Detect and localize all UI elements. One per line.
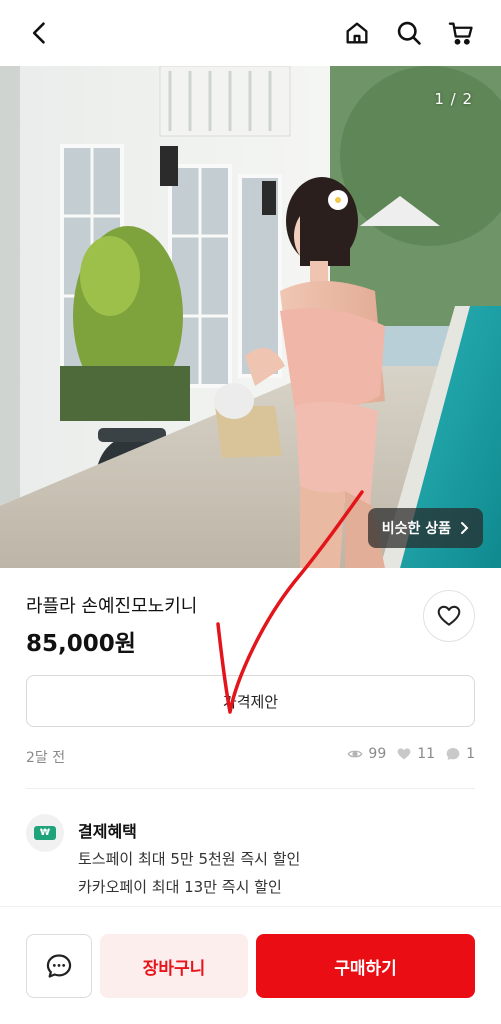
chat-count-value: 1 (466, 746, 475, 762)
add-to-cart-label: 장바구니 (142, 958, 206, 979)
chat-bubble-small-icon (446, 748, 460, 760)
chat-count: 1 (445, 746, 475, 762)
product-price: 85,000원 (26, 631, 136, 657)
eye-icon (347, 750, 363, 758)
price-offer-button[interactable]: 가격제안 (26, 675, 475, 727)
back-button[interactable] (22, 15, 58, 51)
product-image-carousel[interactable]: 1 / 2 비슷한 상품 (0, 66, 501, 568)
chevron-left-icon (32, 22, 45, 44)
product-photo (0, 66, 501, 568)
payment-benefit-title: 결제혜택 (78, 822, 137, 841)
heart-icon (437, 605, 461, 626)
similar-products-button[interactable]: 비슷한 상품 (367, 508, 483, 548)
heart-small-icon (397, 748, 411, 760)
chat-icon (46, 954, 72, 978)
posted-time: 2달 전 (26, 750, 66, 766)
listing-meta: 2달 전 99 11 1 (26, 746, 475, 768)
product-title: 라플라 손예진모노키니 (26, 596, 198, 617)
chat-button[interactable] (26, 934, 92, 998)
home-button[interactable] (339, 15, 375, 51)
top-nav-bar (0, 0, 501, 66)
section-divider (26, 788, 475, 789)
view-count-value: 99 (368, 746, 387, 762)
cart-button[interactable] (443, 15, 479, 51)
buy-now-label: 구매하기 (334, 958, 397, 979)
like-count-value: 11 (417, 746, 436, 762)
search-icon (397, 21, 421, 45)
benefit-line-kakaopay: 카카오페이 최대 13만 즉시 할인 (78, 878, 282, 896)
listing-stats: 99 11 1 (347, 746, 475, 762)
view-count: 99 (347, 746, 386, 762)
cart-icon (448, 22, 473, 45)
like-count: 11 (396, 746, 435, 762)
like-button[interactable] (423, 590, 475, 642)
benefit-line-tosspay: 토스페이 최대 5만 5천원 즉시 할인 (78, 850, 301, 868)
won-chip-icon: ₩ (34, 826, 56, 840)
payment-benefit-icon: ₩ (26, 814, 64, 852)
bottom-action-bar: 장바구니 구매하기 (0, 906, 501, 1024)
price-offer-label: 가격제안 (222, 692, 279, 711)
home-icon (346, 22, 368, 44)
search-button[interactable] (391, 15, 427, 51)
buy-now-button[interactable]: 구매하기 (256, 934, 475, 998)
image-counter: 1 / 2 (434, 90, 473, 108)
add-to-cart-button[interactable]: 장바구니 (100, 934, 248, 998)
chevron-right-icon (461, 522, 469, 534)
similar-products-label: 비슷한 상품 (381, 521, 451, 537)
